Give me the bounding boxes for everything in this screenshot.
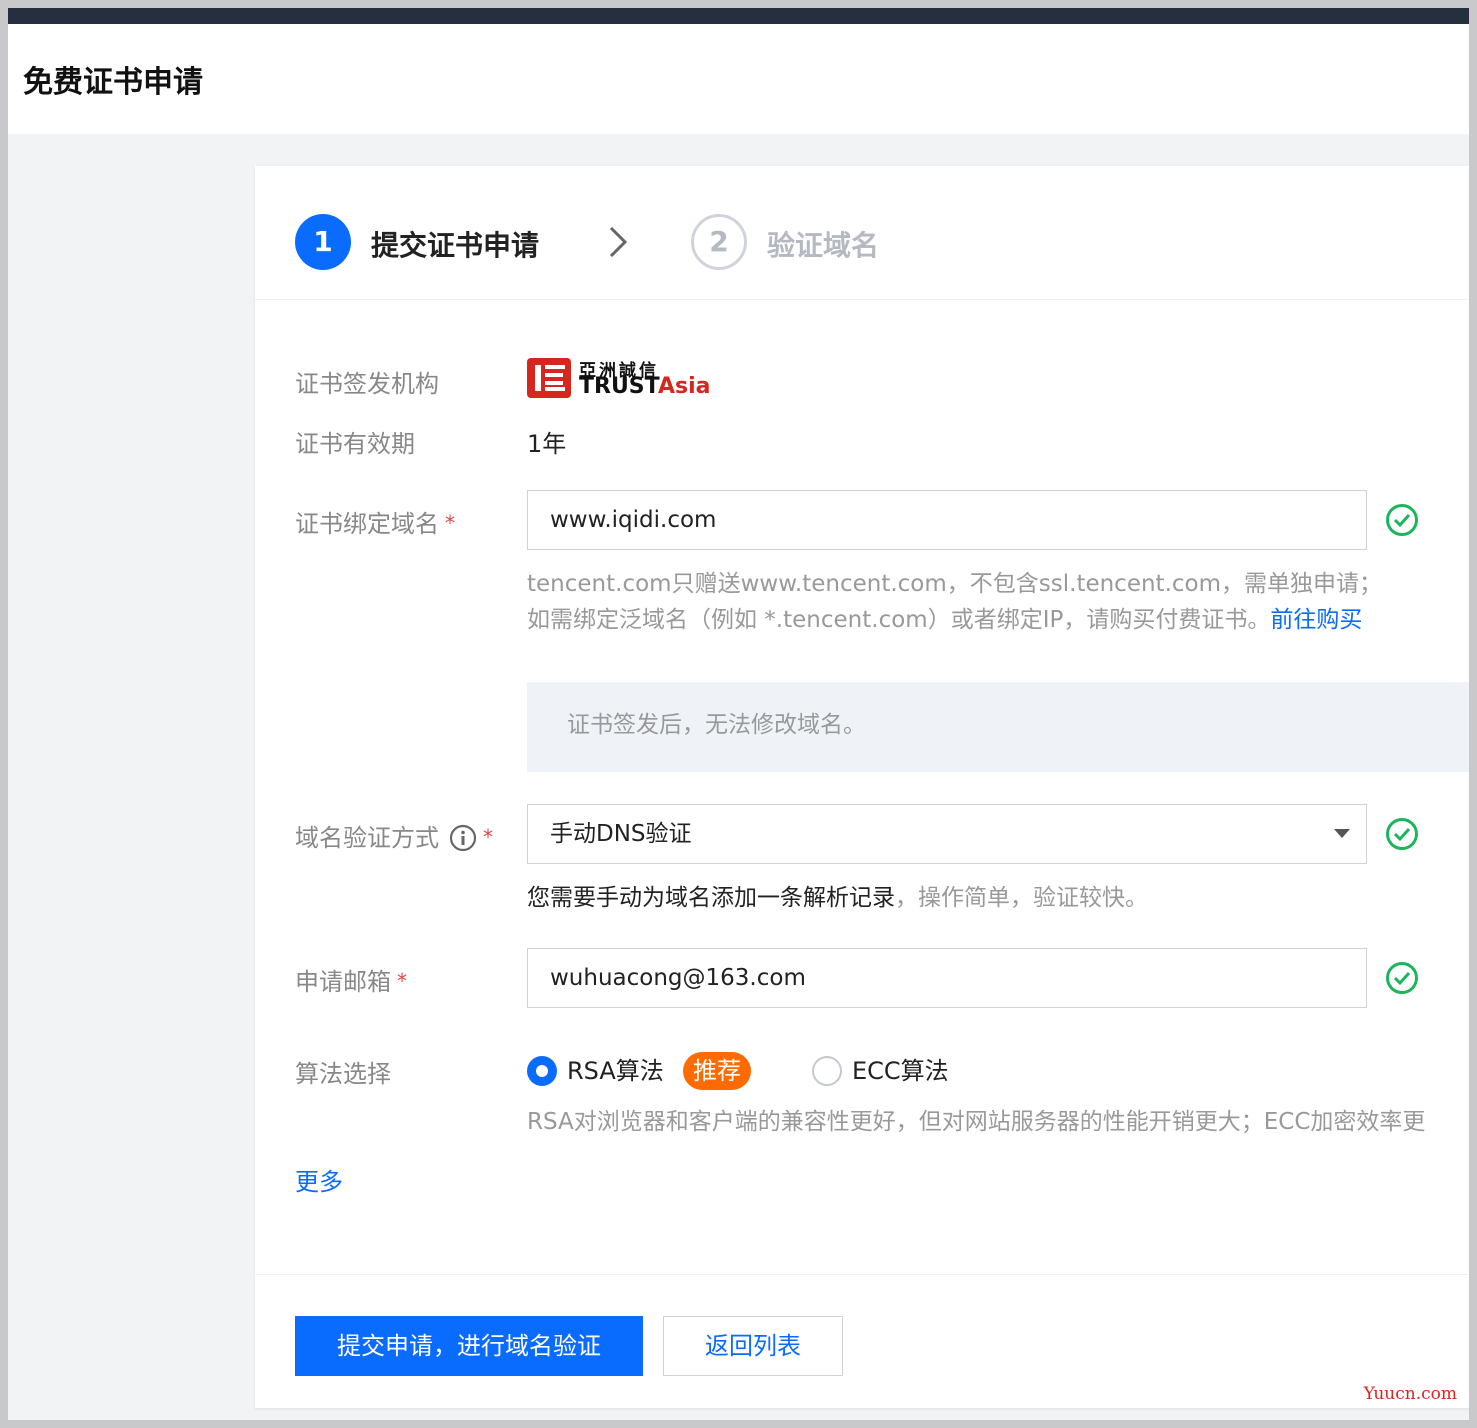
trustasia-logo: 亞洲誠信 TRUSTAsia bbox=[527, 356, 737, 402]
submit-button[interactable]: 提交申请，进行域名验证 bbox=[295, 1316, 643, 1376]
ecc-radio[interactable] bbox=[812, 1056, 842, 1086]
step-2-number: 2 bbox=[691, 214, 747, 270]
issuer-label: 证书签发机构 bbox=[295, 370, 439, 398]
verification-desc-rest: ，操作简单，验证较快。 bbox=[895, 885, 1148, 911]
email-label: 申请邮箱 * bbox=[295, 962, 407, 997]
footer-divider bbox=[255, 1274, 1469, 1275]
algorithm-label: 算法选择 bbox=[295, 1060, 391, 1088]
verification-desc-main: 您需要手动为域名添加一条解析记录 bbox=[527, 885, 895, 911]
rsa-radio-label[interactable]: RSA算法 bbox=[567, 1056, 664, 1086]
page-header: 免费证书申请 bbox=[8, 24, 1469, 134]
back-to-list-button[interactable]: 返回列表 bbox=[663, 1316, 843, 1376]
steps-bar: 1 提交证书申请 2 验证域名 bbox=[255, 166, 1469, 300]
watermark: Yuucn.com bbox=[1363, 1384, 1457, 1404]
chevron-right-icon bbox=[609, 226, 628, 258]
validity-label: 证书有效期 bbox=[295, 430, 415, 458]
verification-description: 您需要手动为域名添加一条解析记录，操作简单，验证较快。 bbox=[527, 880, 1148, 916]
ecc-radio-label[interactable]: ECC算法 bbox=[852, 1056, 949, 1086]
step-1-label: 提交证书申请 bbox=[371, 229, 540, 262]
check-circle-icon bbox=[1386, 962, 1418, 994]
verification-label: 域名验证方式 * bbox=[295, 818, 493, 853]
domain-help-line-2: 如需绑定泛域名（例如 *.tencent.com）或者绑定IP，请购买付费证书。… bbox=[527, 602, 1362, 638]
rsa-radio[interactable] bbox=[527, 1056, 557, 1086]
info-icon[interactable] bbox=[449, 824, 477, 852]
more-link[interactable]: 更多 bbox=[295, 1162, 343, 1197]
email-input[interactable]: wuhuacong@163.com bbox=[527, 948, 1367, 1008]
domain-input[interactable]: www.iqidi.com bbox=[527, 490, 1367, 550]
required-mark: * bbox=[397, 969, 407, 993]
verification-label-text: 域名验证方式 bbox=[295, 824, 439, 852]
domain-help-line-1: tencent.com只赠送www.tencent.com，不包含ssl.ten… bbox=[527, 571, 1383, 597]
logo-text-trust: TRUST bbox=[579, 374, 658, 399]
logo-text-asia: Asia bbox=[657, 374, 711, 399]
app-frame: 免费证书申请 1 提交证书申请 2 验证域名 证书签发机构 亞洲誠信 TRUST… bbox=[8, 8, 1469, 1420]
caret-down-icon bbox=[1334, 829, 1350, 838]
application-form-card: 1 提交证书申请 2 验证域名 证书签发机构 亞洲誠信 TRUSTAsia 证书… bbox=[255, 166, 1469, 1408]
step-2-label: 验证域名 bbox=[767, 229, 880, 262]
domain-label-text: 证书绑定域名 bbox=[295, 510, 439, 538]
verification-select[interactable]: 手动DNS验证 bbox=[527, 804, 1367, 864]
domain-label: 证书绑定域名 * bbox=[295, 504, 455, 539]
recommended-badge: 推荐 bbox=[683, 1052, 751, 1090]
page-title: 免费证书申请 bbox=[23, 65, 203, 100]
step-1-number: 1 bbox=[295, 214, 351, 270]
buy-link[interactable]: 前往购买 bbox=[1270, 607, 1362, 633]
algorithm-help: RSA对浏览器和客户端的兼容性更好，但对网站服务器的性能开销更大；ECC加密效率… bbox=[527, 1109, 1426, 1135]
email-label-text: 申请邮箱 bbox=[295, 968, 391, 996]
domain-notice: 证书签发后，无法修改域名。 bbox=[527, 682, 1469, 772]
check-circle-icon bbox=[1386, 818, 1418, 850]
logo-text-en: TRUSTAsia bbox=[579, 374, 710, 400]
validity-value: 1年 bbox=[527, 430, 567, 458]
required-mark: * bbox=[483, 825, 493, 849]
domain-help-text: 如需绑定泛域名（例如 *.tencent.com）或者绑定IP，请购买付费证书。 bbox=[527, 607, 1271, 633]
check-circle-icon bbox=[1386, 504, 1418, 536]
required-mark: * bbox=[445, 511, 455, 535]
top-navigation-bar bbox=[8, 8, 1469, 24]
verification-selected-value: 手动DNS验证 bbox=[550, 821, 692, 847]
